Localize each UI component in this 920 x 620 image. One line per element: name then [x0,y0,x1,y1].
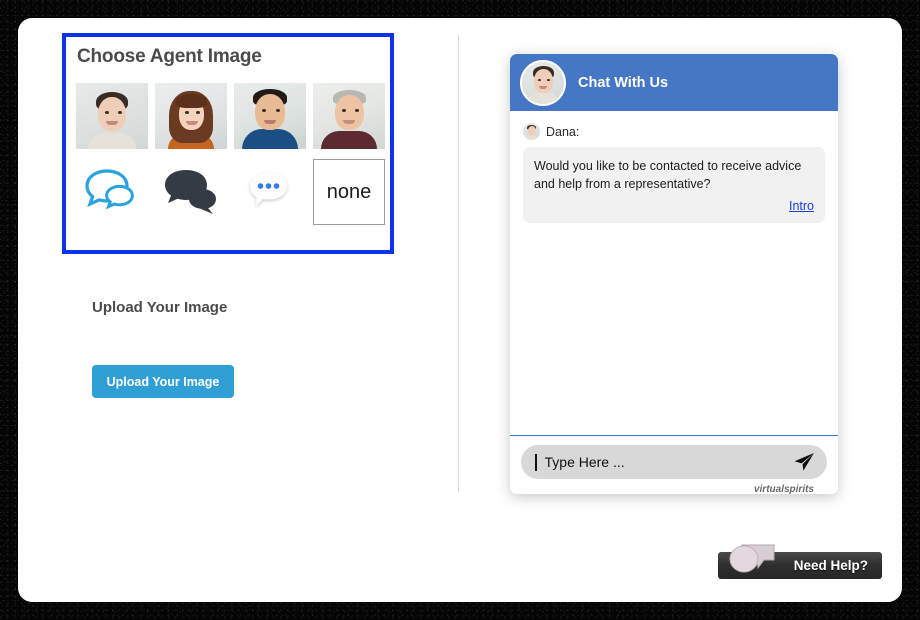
message-sender-row: Dana: [523,123,825,140]
chat-message-area: Dana: Would you like to be contacted to … [510,111,838,435]
agent-image-panel: Choose Agent Image none Upload Your Imag… [18,18,460,602]
agent-icon-options: none [76,159,385,225]
chat-header-avatar [520,59,566,106]
chat-bubble-dots-icon[interactable] [234,159,306,225]
none-option-label: none [313,159,385,225]
message-sender-name: Dana: [546,124,580,139]
chat-message-text: Would you like to be contacted to receiv… [534,159,802,192]
chat-input-pill[interactable] [521,445,827,479]
agent-photo-options [76,83,385,149]
agent-photo-woman-long-hair[interactable] [155,83,227,149]
message-sender-avatar [523,123,540,140]
agent-photo-man-gray-hair[interactable] [313,83,385,149]
upload-your-image-button[interactable]: Upload Your Image [92,365,234,398]
none-option-cell[interactable]: none [313,159,385,225]
chat-bubbles-solid-dark-icon[interactable] [155,159,227,225]
panel-divider [458,35,459,492]
chat-message-input[interactable] [542,453,787,471]
choose-agent-image-title: Choose Agent Image [77,46,262,67]
send-paper-plane-icon[interactable] [793,452,815,472]
chat-preview-widget: Chat With Us Dana: Would you like to be … [510,54,838,494]
chat-message-action: Intro [534,197,814,215]
need-help-tab[interactable]: Need Help? [718,544,882,579]
main-content-card: Choose Agent Image none Upload Your Imag… [18,18,902,602]
chat-widget-title: Chat With Us [578,74,669,91]
choose-agent-image-section[interactable]: Choose Agent Image none [62,33,394,254]
chat-bubbles-outline-blue-icon[interactable] [76,159,148,225]
chat-message-bubble: Would you like to be contacted to receiv… [523,147,825,224]
chat-widget-header: Chat With Us [510,54,838,111]
intro-link[interactable]: Intro [789,199,814,213]
agent-photo-woman-short-hair[interactable] [76,83,148,149]
need-help-label: Need Help? [793,558,868,573]
upload-your-image-heading: Upload Your Image [92,299,228,316]
chat-input-area: virtualspirits [510,435,838,494]
text-caret [535,453,537,471]
chat-bubbles-icon [722,542,780,576]
chat-widget-branding: virtualspirits [753,484,814,494]
agent-photo-man-blue-shirt[interactable] [234,83,306,149]
